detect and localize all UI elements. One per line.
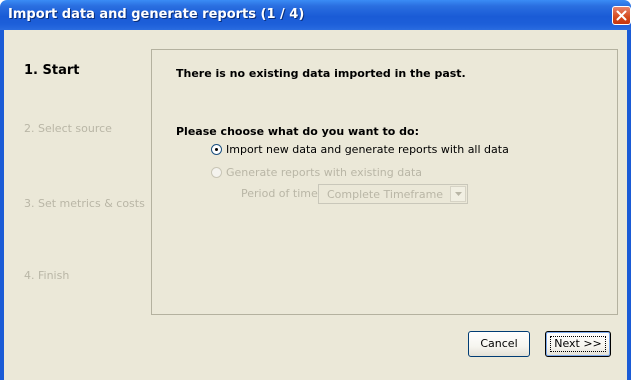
close-icon (616, 10, 627, 21)
next-button[interactable]: Next >> (545, 331, 611, 357)
close-button[interactable] (612, 6, 631, 25)
radio-button-disabled[interactable] (211, 167, 222, 178)
step-start: 1. Start (24, 63, 80, 78)
title-bar[interactable]: Import data and generate reports (1 / 4) (0, 0, 631, 30)
radio-import-new-data-label[interactable]: Import new data and generate reports wit… (226, 143, 509, 156)
cancel-button-label: Cancel (480, 337, 518, 350)
radio-button-selected[interactable] (211, 144, 222, 155)
step-set-metrics-costs: 3. Set metrics & costs (24, 197, 145, 210)
dropdown-button[interactable] (450, 186, 466, 202)
content-panel (151, 49, 618, 315)
chevron-down-icon (455, 192, 462, 196)
period-of-time-value: Complete Timeframe (327, 188, 444, 201)
radio-generate-existing-label[interactable]: Generate reports with existing data (226, 166, 422, 179)
step-select-source: 2. Select source (24, 122, 112, 135)
next-button-label: Next >> (554, 337, 602, 350)
cancel-button[interactable]: Cancel (468, 331, 530, 357)
period-of-time-select[interactable]: Complete Timeframe (318, 184, 468, 204)
window-frame-right (627, 30, 631, 380)
window-title: Import data and generate reports (1 / 4) (8, 7, 305, 22)
period-of-time-label: Period of time: (241, 187, 322, 200)
step-finish: 4. Finish (24, 269, 70, 282)
status-message: There is no existing data imported in th… (176, 67, 466, 80)
choice-question: Please choose what do you want to do: (176, 125, 419, 138)
wizard-window: Import data and generate reports (1 / 4)… (0, 0, 631, 380)
